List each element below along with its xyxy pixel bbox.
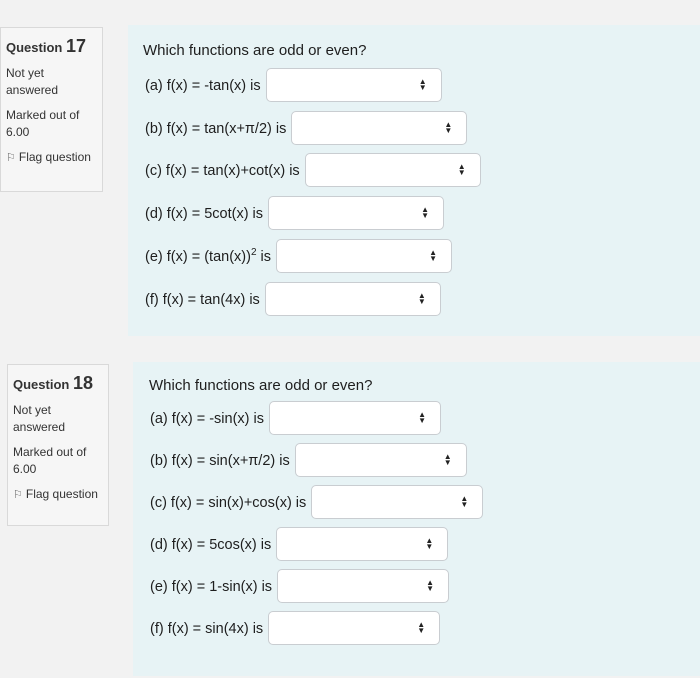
odd-even-select[interactable]: ▲ ▼	[311, 485, 484, 519]
question-label: Question	[13, 377, 70, 392]
answer-row: (a) f(x) = -sin(x) is ▲ ▼	[150, 401, 441, 435]
answer-label-text: (f) f(x) = tan(4x) is	[145, 291, 260, 308]
select-arrows-icon: ▲ ▼	[418, 410, 426, 425]
select-arrows-icon: ▲ ▼	[425, 536, 434, 551]
odd-even-select[interactable]: ▲ ▼	[304, 153, 481, 187]
question-17-content: Which functions are odd or even? (a) f(x…	[128, 25, 700, 336]
odd-even-select[interactable]: ▲ ▼	[268, 401, 441, 435]
question-prompt: Which functions are odd or even?	[149, 377, 373, 394]
select-arrows-icon: ▲ ▼	[426, 578, 435, 593]
answer-label: (c) f(x) = tan(x)+cot(x) is	[145, 161, 300, 179]
answer-label: (d) f(x) = 5cot(x) is	[145, 204, 263, 222]
question-prompt: Which functions are odd or even?	[143, 42, 367, 59]
odd-even-select[interactable]: ▲ ▼	[277, 569, 450, 603]
select-arrows-icon: ▲ ▼	[444, 120, 453, 135]
answer-label-suffix: is	[256, 248, 271, 265]
answer-row: (d) f(x) = 5cos(x) is ▲ ▼	[150, 527, 449, 561]
answer-label: (a) f(x) = -tan(x) is	[145, 76, 261, 94]
answer-label-text: (b) f(x) = tan(x+π/2) is	[145, 120, 287, 137]
answer-row: (b) f(x) = tan(x+π/2) is ▲ ▼	[145, 111, 468, 145]
odd-even-select[interactable]: ▲ ▼	[268, 611, 441, 645]
answer-label: (f) f(x) = sin(4x) is	[150, 619, 263, 637]
odd-even-select[interactable]: ▲ ▼	[276, 527, 449, 561]
answer-label-text: (d) f(x) = 5cos(x) is	[150, 536, 272, 553]
flag-label: Flag question	[18, 150, 91, 164]
answer-label: (e) f(x) = (tan(x))2 is	[145, 247, 271, 265]
answer-label: (b) f(x) = tan(x+π/2) is	[145, 119, 286, 137]
flag-label: Flag question	[25, 487, 98, 501]
answer-label-text: (b) f(x) = sin(x+π/2) is	[150, 452, 290, 469]
answer-label: (e) f(x) = 1-sin(x) is	[150, 577, 272, 595]
select-arrows-icon: ▲ ▼	[460, 494, 469, 509]
answer-label: (b) f(x) = sin(x+π/2) is	[150, 451, 290, 469]
answer-label: (c) f(x) = sin(x)+cos(x) is	[150, 493, 306, 511]
select-arrows-icon: ▲ ▼	[417, 620, 426, 635]
answer-label: (a) f(x) = -sin(x) is	[150, 409, 264, 427]
flag-question-link[interactable]: ⚐ Flag question	[6, 149, 102, 167]
odd-even-select[interactable]: ▲ ▼	[291, 111, 468, 145]
question-marks: Marked out of 6.00	[6, 108, 80, 139]
answer-row: (f) f(x) = sin(4x) is ▲ ▼	[150, 611, 441, 645]
odd-even-select[interactable]: ▲ ▼	[268, 196, 445, 230]
flag-question-link[interactable]: ⚐ Flag question	[13, 486, 108, 504]
answer-row: (d) f(x) = 5cot(x) is ▲ ▼	[145, 196, 445, 230]
flag-icon: ⚐	[13, 489, 23, 501]
select-arrows-icon: ▲ ▼	[417, 291, 426, 306]
select-arrows-icon: ▲ ▼	[429, 248, 437, 263]
answer-row: (b) f(x) = sin(x+π/2) is ▲ ▼	[150, 443, 467, 477]
question-18-info: Question 18 Not yet answered Marked out …	[7, 364, 109, 526]
answer-row: (e) f(x) = 1-sin(x) is ▲ ▼	[150, 569, 450, 603]
answer-label-text: (f) f(x) = sin(4x) is	[150, 620, 264, 637]
select-arrows-icon: ▲ ▼	[443, 452, 452, 467]
question-status: Not yet answered	[13, 403, 66, 434]
select-arrows-icon: ▲ ▼	[421, 205, 430, 220]
answer-label-text: (e) f(x) = 1-sin(x) is	[150, 578, 273, 595]
question-17-info: Question 17 Not yet answered Marked out …	[0, 27, 103, 192]
answer-label-text: (c) f(x) = sin(x)+cos(x) is	[150, 494, 307, 511]
question-number-value: 18	[72, 373, 93, 393]
answer-label-text: (a) f(x) = -sin(x) is	[150, 410, 264, 427]
answer-row: (c) f(x) = tan(x)+cot(x) is ▲ ▼	[145, 153, 481, 187]
answer-row: (e) f(x) = (tan(x))2 is ▲ ▼	[145, 239, 452, 273]
question-marks: Marked out of 6.00	[13, 445, 87, 476]
answer-label-text: (c) f(x) = tan(x)+cot(x) is	[145, 162, 300, 179]
answer-label: (d) f(x) = 5cos(x) is	[150, 535, 271, 553]
answer-label-text: (d) f(x) = 5cot(x) is	[145, 205, 264, 222]
answer-row: (f) f(x) = tan(4x) is ▲ ▼	[145, 282, 441, 316]
question-number: Question 18	[13, 373, 108, 394]
answer-label-text: (a) f(x) = -tan(x) is	[145, 77, 261, 94]
flag-icon: ⚐	[6, 152, 16, 164]
question-number-value: 17	[65, 36, 86, 56]
answer-label-text: (e) f(x) = (tan(x))	[145, 248, 251, 265]
select-arrows-icon: ▲ ▼	[418, 77, 427, 92]
odd-even-select[interactable]: ▲ ▼	[265, 68, 442, 102]
question-status: Not yet answered	[6, 66, 59, 97]
odd-even-select[interactable]: ▲ ▼	[276, 239, 452, 273]
answer-row: (c) f(x) = sin(x)+cos(x) is ▲ ▼	[150, 485, 484, 519]
question-label: Question	[6, 40, 63, 55]
answer-label: (f) f(x) = tan(4x) is	[145, 290, 260, 308]
question-18-content: Which functions are odd or even? (a) f(x…	[133, 362, 700, 676]
answer-row: (a) f(x) = -tan(x) is ▲ ▼	[145, 68, 442, 102]
odd-even-select[interactable]: ▲ ▼	[294, 443, 467, 477]
question-number: Question 17	[6, 36, 102, 57]
select-arrows-icon: ▲ ▼	[457, 162, 466, 177]
odd-even-select[interactable]: ▲ ▼	[264, 282, 441, 316]
